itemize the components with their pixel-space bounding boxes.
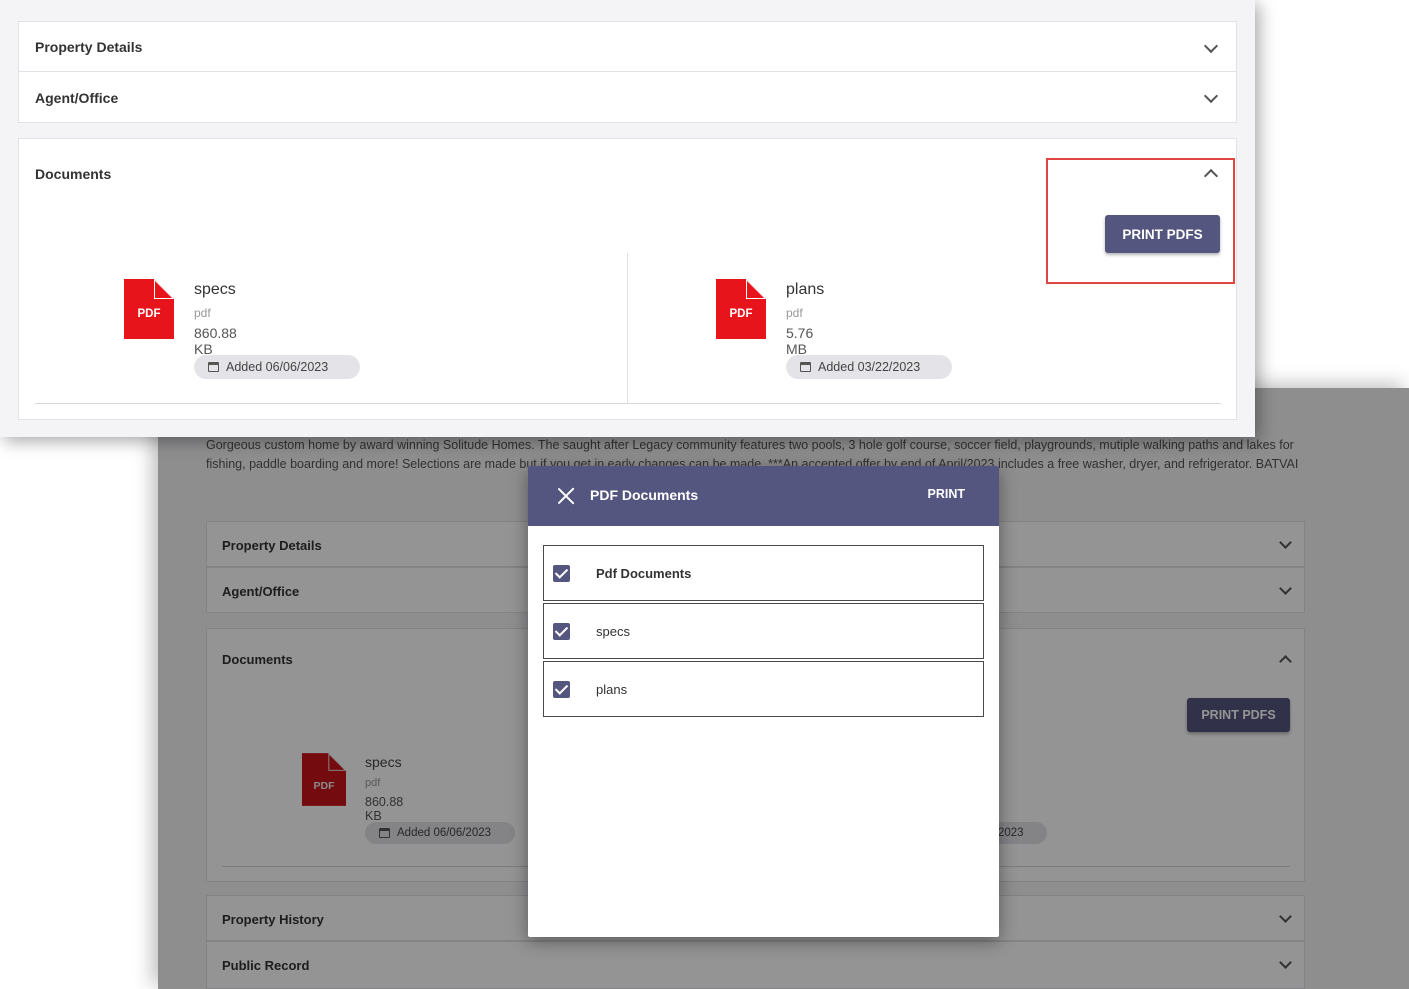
dialog-title: PDF Documents — [590, 487, 699, 503]
pdf-icon-label: PDF — [137, 308, 161, 320]
document-size: 860.88 KB — [194, 325, 237, 357]
checkbox-checked-icon[interactable] — [553, 565, 570, 582]
chevron-down-icon — [1203, 38, 1219, 54]
checkbox-label: specs — [596, 624, 630, 639]
pdf-icon-label: PDF — [729, 308, 753, 320]
chevron-down-icon — [1203, 88, 1219, 104]
dialog-header: PDF Documents PRINT — [528, 466, 999, 526]
calendar-icon — [208, 362, 219, 372]
checkbox-label: Pdf Documents — [596, 566, 692, 581]
panel-title: Property Details — [35, 39, 143, 55]
checkbox-checked-icon[interactable] — [553, 623, 570, 640]
document-name: specs — [194, 281, 236, 298]
panel-title: Agent/Office — [35, 90, 119, 106]
checkbox-row-plans[interactable]: plans — [543, 661, 984, 717]
checkbox-label: plans — [596, 682, 628, 697]
checkbox-row-all[interactable]: Pdf Documents — [543, 545, 984, 601]
added-date-chip: Added 06/06/2023 — [194, 355, 360, 379]
added-date: Added 03/22/2023 — [818, 360, 921, 374]
document-type: pdf — [786, 306, 803, 320]
checkbox-checked-icon[interactable] — [553, 681, 570, 698]
close-icon[interactable] — [556, 486, 576, 506]
calendar-icon — [800, 362, 811, 372]
checkbox-row-specs[interactable]: specs — [543, 603, 984, 659]
agent-office-panel[interactable]: Agent/Office — [18, 71, 1237, 123]
added-date: Added 06/06/2023 — [226, 360, 329, 374]
document-name: plans — [786, 281, 825, 298]
print-button[interactable]: PRINT — [928, 487, 966, 501]
divider — [35, 403, 1221, 404]
divider — [627, 253, 628, 403]
document-type: pdf — [194, 306, 211, 320]
highlight-annotation — [1046, 158, 1235, 284]
front-screenshot: Property Details Agent/Office Documents … — [0, 0, 1255, 437]
panel-title: Documents — [35, 166, 112, 182]
added-date-chip: Added 03/22/2023 — [786, 355, 952, 379]
document-size: 5.76 MB — [786, 325, 814, 357]
property-details-panel[interactable]: Property Details — [18, 21, 1237, 72]
pdf-documents-dialog: PDF Documents PRINT Pdf Documents specs … — [528, 466, 999, 937]
